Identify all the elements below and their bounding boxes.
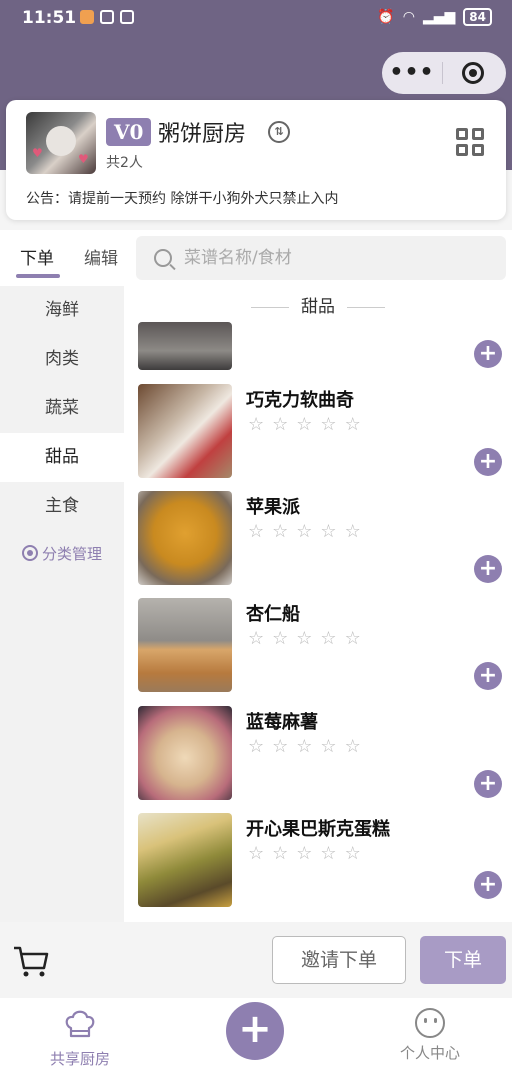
status-right-icons: ⏰ ◠ ▂▄▆ 84: [377, 8, 492, 26]
category-manage-label: 分类管理: [41, 544, 102, 563]
search-box[interactable]: [136, 236, 506, 280]
add-dish-button[interactable]: +: [474, 662, 502, 690]
bottom-tab-bar: 共享厨房 + 个人中心: [0, 998, 512, 1080]
list-item: 开心果巴斯克蛋糕 ☆ ☆ ☆ ☆ ☆ +: [138, 813, 502, 907]
invite-order-button[interactable]: 邀请下单: [272, 936, 406, 984]
list-item: +: [138, 322, 502, 370]
nfc-icon: [120, 10, 134, 24]
status-notification-icons: [80, 10, 134, 24]
dish-thumbnail[interactable]: [138, 598, 232, 692]
rating-stars: ☆ ☆ ☆ ☆ ☆: [248, 736, 361, 757]
qr-code-icon[interactable]: [456, 128, 484, 156]
target-icon: [462, 62, 484, 84]
tab-profile[interactable]: 个人中心: [380, 1006, 480, 1063]
cart-bar: 邀请下单 下单: [0, 922, 512, 998]
level-badge: V0: [106, 118, 152, 146]
add-dish-button[interactable]: +: [474, 555, 502, 583]
dish-name: 蓝莓麻薯: [246, 712, 318, 733]
search-icon: [154, 249, 172, 267]
order-toolbar: 下单 编辑: [0, 230, 512, 286]
active-tab-indicator: [16, 274, 60, 278]
sidebar-item-seafood[interactable]: 海鲜: [0, 286, 124, 335]
sidebar-item-meat[interactable]: 肉类: [0, 335, 124, 384]
kitchen-info-card: ♥ ♥ V0 粥饼厨房 ⇅ 共2人 公告：请提前一天预约 除饼干小狗外犬只禁止入…: [6, 100, 506, 220]
app-notification-icon: [80, 10, 94, 24]
dish-list: + 甜品 巧克力软曲奇 ☆ ☆ ☆ ☆ ☆ + 苹果派 ☆ ☆ ☆ ☆ ☆ + 杏仁船 ☆ ☆ ☆ ☆…: [124, 286, 512, 922]
close-miniprogram-button[interactable]: [443, 62, 503, 84]
profile-face-icon: [415, 1008, 445, 1038]
alarm-icon: ⏰: [377, 9, 395, 25]
tab-profile-label: 个人中心: [399, 1044, 460, 1062]
status-time: 11:51: [22, 8, 77, 28]
dish-name: 巧克力软曲奇: [246, 390, 354, 411]
add-dish-button[interactable]: +: [474, 770, 502, 798]
rating-stars: ☆ ☆ ☆ ☆ ☆: [248, 843, 361, 864]
tab-edit[interactable]: 编辑: [84, 244, 118, 269]
category-sidebar: 海鲜 肉类 蔬菜 甜品 主食 分类管理: [0, 286, 124, 922]
search-input[interactable]: [184, 248, 484, 268]
dish-thumbnail[interactable]: [138, 813, 232, 907]
place-order-button[interactable]: 下单: [420, 936, 506, 984]
member-count[interactable]: 共2人: [106, 152, 143, 172]
dish-thumbnail[interactable]: [138, 384, 232, 478]
add-dish-button[interactable]: +: [474, 340, 502, 368]
sidebar-item-vegetables[interactable]: 蔬菜: [0, 384, 124, 433]
list-item: 蓝莓麻薯 ☆ ☆ ☆ ☆ ☆ +: [138, 706, 502, 800]
dish-thumbnail[interactable]: [138, 322, 232, 370]
signal-icon: ▂▄▆: [422, 9, 456, 25]
battery-icon: 84: [463, 8, 492, 26]
list-item: 苹果派 ☆ ☆ ☆ ☆ ☆ +: [138, 491, 502, 585]
kitchen-name: 粥饼厨房: [158, 122, 247, 147]
list-item: 杏仁船 ☆ ☆ ☆ ☆ ☆ +: [138, 598, 502, 692]
dish-name: 苹果派: [246, 497, 300, 518]
section-title: 甜品: [124, 292, 512, 317]
cart-icon[interactable]: [12, 940, 50, 980]
add-dish-button[interactable]: +: [474, 871, 502, 899]
category-manage-button[interactable]: 分类管理: [0, 533, 124, 573]
add-button[interactable]: +: [226, 1002, 284, 1060]
rating-stars: ☆ ☆ ☆ ☆ ☆: [248, 414, 361, 435]
sidebar-item-desserts[interactable]: 甜品: [0, 433, 124, 482]
dish-thumbnail[interactable]: [138, 491, 232, 585]
switch-kitchen-icon[interactable]: ⇅: [268, 121, 290, 143]
dish-name: 开心果巴斯克蛋糕: [246, 819, 390, 840]
eye-icon: [100, 10, 114, 24]
miniprogram-capsule: •••: [382, 52, 506, 94]
list-item: 巧克力软曲奇 ☆ ☆ ☆ ☆ ☆ +: [138, 384, 502, 478]
add-dish-button[interactable]: +: [474, 448, 502, 476]
tab-order[interactable]: 下单: [20, 244, 54, 269]
status-bar: 11:51 ⏰ ◠ ▂▄▆ 84: [0, 0, 512, 38]
tab-shared-kitchen-label: 共享厨房: [49, 1050, 110, 1068]
rating-stars: ☆ ☆ ☆ ☆ ☆: [248, 521, 361, 542]
sidebar-item-staples[interactable]: 主食: [0, 482, 124, 531]
dish-thumbnail[interactable]: [138, 706, 232, 800]
rating-stars: ☆ ☆ ☆ ☆ ☆: [248, 628, 361, 649]
gear-icon: [21, 545, 38, 561]
more-menu-button[interactable]: •••: [382, 52, 442, 94]
dish-name: 杏仁船: [246, 604, 300, 625]
kitchen-notice: 公告：请提前一天预约 除饼干小狗外犬只禁止入内: [26, 191, 339, 207]
kitchen-avatar[interactable]: ♥ ♥: [26, 112, 96, 174]
tab-shared-kitchen[interactable]: 共享厨房: [30, 1006, 130, 1069]
chef-hat-icon: [65, 1010, 95, 1038]
wifi-icon: ◠: [402, 9, 415, 25]
